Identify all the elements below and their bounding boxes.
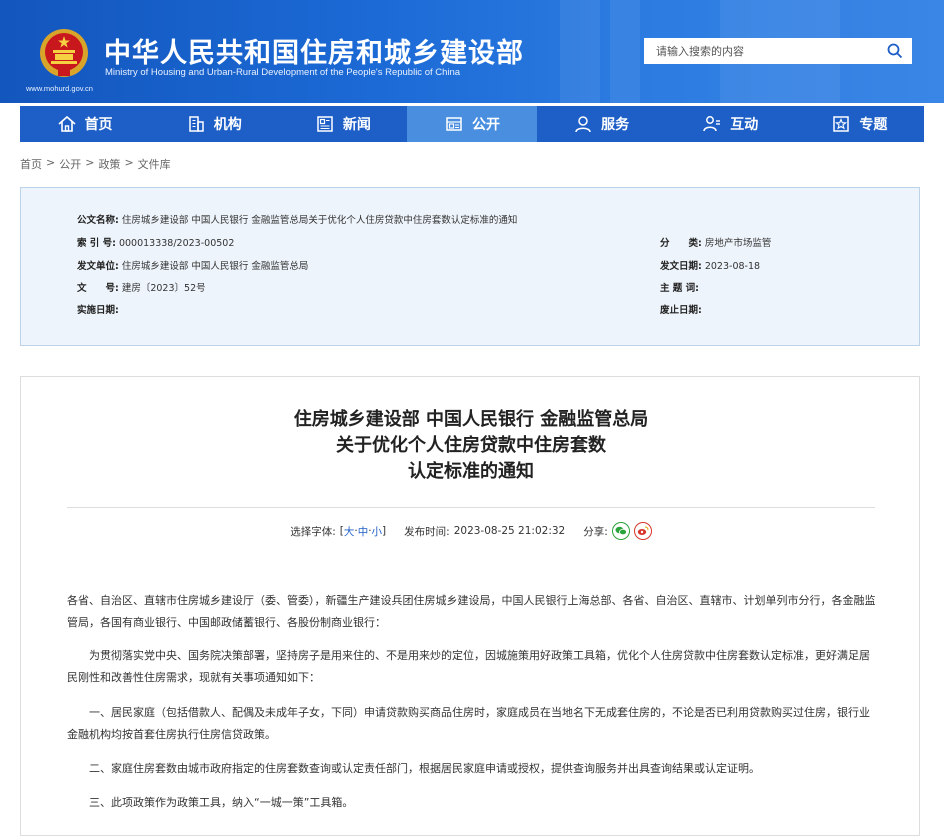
share-label: 分享: [583, 525, 608, 538]
search-icon [887, 43, 903, 59]
site-url: www.mohurd.gov.cn [26, 84, 93, 93]
breadcrumb-separator: > [124, 156, 134, 169]
meta-value: 000013338/2023-00502 [118, 238, 235, 249]
meta-expire-date: 废止日期: [660, 302, 702, 316]
nav-item-label: 首页 [84, 117, 113, 133]
meta-doc-name: 公文名称: 住房城乡建设部 中国人民银行 金融监管总局关于优化个人住房贷款中住房… [77, 212, 517, 226]
document-info-bar: 选择字体: [ 大 · 中 · 小 ] 发布时间: 2023-08-25 21:… [21, 522, 921, 540]
national-emblem-icon [40, 29, 88, 77]
meta-value: 2023-08-18 [704, 261, 761, 272]
divider [67, 507, 875, 508]
paragraph: 二、家庭住房套数由城市政府指定的住房套数查询或认定责任部门，根据居民家庭申请或授… [89, 762, 760, 775]
meta-effective-date: 实施日期: [77, 302, 119, 316]
breadcrumb-policy[interactable]: 政策 [98, 156, 120, 172]
public-icon [446, 117, 462, 131]
meta-label: 索 引 号: [77, 238, 116, 249]
site-header: 中华人民共和国住房和城乡建设部 Ministry of Housing and … [0, 0, 944, 103]
search-box [644, 38, 912, 64]
breadcrumb-file-library[interactable]: 文件库 [138, 156, 171, 172]
breadcrumb-separator: > [85, 156, 95, 169]
document-metadata: 公文名称: 住房城乡建设部 中国人民银行 金融监管总局关于优化个人住房贷款中住房… [20, 187, 920, 346]
nav-item-label: 互动 [730, 117, 759, 133]
title-line: 住房城乡建设部 中国人民银行 金融监管总局 [293, 409, 649, 430]
meta-label: 发文单位: [77, 261, 119, 272]
building-silhouette [610, 0, 640, 103]
meta-value: 住房城乡建设部 中国人民银行 金融监管总局关于优化个人住房贷款中住房套数认定标准… [121, 215, 518, 226]
weibo-share-icon[interactable] [633, 522, 652, 540]
nav-item-label: 服务 [601, 117, 630, 133]
interact-icon [703, 116, 721, 132]
site-subtitle: Ministry of Housing and Urban-Rural Deve… [105, 67, 461, 78]
meta-value: 房地产市场监管 [704, 238, 772, 249]
building-icon [188, 116, 204, 132]
title-line: 关于优化个人住房贷款中住房套数 [336, 435, 606, 456]
nav-item-label: 机构 [213, 117, 242, 133]
nav-item-service[interactable]: 服务 [537, 106, 666, 142]
document-content: 住房城乡建设部 中国人民银行 金融监管总局 关于优化个人住房贷款中住房套数 认定… [20, 376, 920, 836]
font-size-medium-link[interactable]: 中 [358, 524, 369, 539]
bracket: ] [382, 525, 387, 537]
service-icon [575, 116, 591, 133]
breadcrumb: 首页 > 公开 > 政策 > 文件库 [20, 156, 171, 172]
home-icon [58, 115, 76, 132]
meta-label: 实施日期: [77, 305, 119, 316]
nav-item-label: 新闻 [342, 117, 371, 133]
meta-value: 建房〔2023〕52号 [121, 283, 206, 294]
nav-item-label: 专题 [859, 117, 888, 133]
news-icon [317, 116, 333, 132]
meta-label: 发文日期: [660, 261, 702, 272]
nav-item-home[interactable]: 首页 [20, 106, 149, 142]
paragraph: 各省、自治区、直辖市住房城乡建设厅（委、管委），新疆生产建设兵团住房城乡建设局，… [67, 594, 876, 629]
main-nav: 首页 机构 新闻 公开 服务 互动 专题 [20, 106, 924, 142]
breadcrumb-home[interactable]: 首页 [20, 156, 42, 172]
meta-value: 住房城乡建设部 中国人民银行 金融监管总局 [121, 261, 309, 272]
meta-issuer: 发文单位: 住房城乡建设部 中国人民银行 金融监管总局 [77, 258, 308, 272]
meta-category: 分 类: 房地产市场监管 [660, 235, 771, 249]
font-size-small-link[interactable]: 小 [372, 524, 383, 539]
document-title: 住房城乡建设部 中国人民银行 金融监管总局 关于优化个人住房贷款中住房套数 认定… [21, 407, 921, 485]
meta-index: 索 引 号: 000013338/2023-00502 [77, 235, 234, 249]
meta-label: 主 题 词: [660, 283, 699, 294]
title-line: 认定标准的通知 [408, 461, 534, 482]
publish-time-value: 2023-08-25 21:02:32 [453, 525, 566, 537]
meta-label: 分 类: [660, 238, 702, 249]
wechat-share-icon[interactable] [611, 522, 630, 540]
topic-icon [833, 116, 850, 132]
site-title: 中华人民共和国住房和城乡建设部 [104, 38, 524, 69]
nav-item-interact[interactable]: 互动 [666, 106, 795, 142]
breadcrumb-public[interactable]: 公开 [59, 156, 81, 172]
search-button[interactable] [878, 38, 912, 64]
font-size-large-link[interactable]: 大 [344, 524, 355, 539]
meta-label: 废止日期: [660, 305, 702, 316]
meta-label: 文 号: [77, 283, 119, 294]
nav-item-public[interactable]: 公开 [407, 106, 537, 142]
paragraph: 三、此项政策作为政策工具，纳入“一城一策”工具箱。 [89, 796, 354, 809]
building-silhouette [560, 0, 600, 103]
nav-item-organization[interactable]: 机构 [149, 106, 278, 142]
nav-item-news[interactable]: 新闻 [278, 106, 407, 142]
meta-issue-date: 发文日期: 2023-08-18 [660, 258, 760, 272]
paragraph: 为贯彻落实党中央、国务院决策部署，坚持房子是用来住的、不是用来炒的定位，因城施策… [67, 649, 870, 684]
nav-item-label: 公开 [471, 117, 500, 133]
publish-time-label: 发布时间: [404, 525, 450, 538]
nav-item-topic[interactable]: 专题 [795, 106, 924, 142]
meta-label: 公文名称: [77, 215, 119, 226]
paragraph: 一、居民家庭（包括借款人、配偶及未成年子女，下同）申请贷款购买商品住房时，家庭成… [67, 706, 870, 741]
search-input[interactable] [644, 38, 876, 64]
breadcrumb-separator: > [46, 156, 56, 169]
font-size-label: 选择字体: [290, 525, 336, 538]
meta-doc-number: 文 号: 建房〔2023〕52号 [77, 280, 206, 294]
meta-keywords: 主 题 词: [660, 280, 699, 294]
